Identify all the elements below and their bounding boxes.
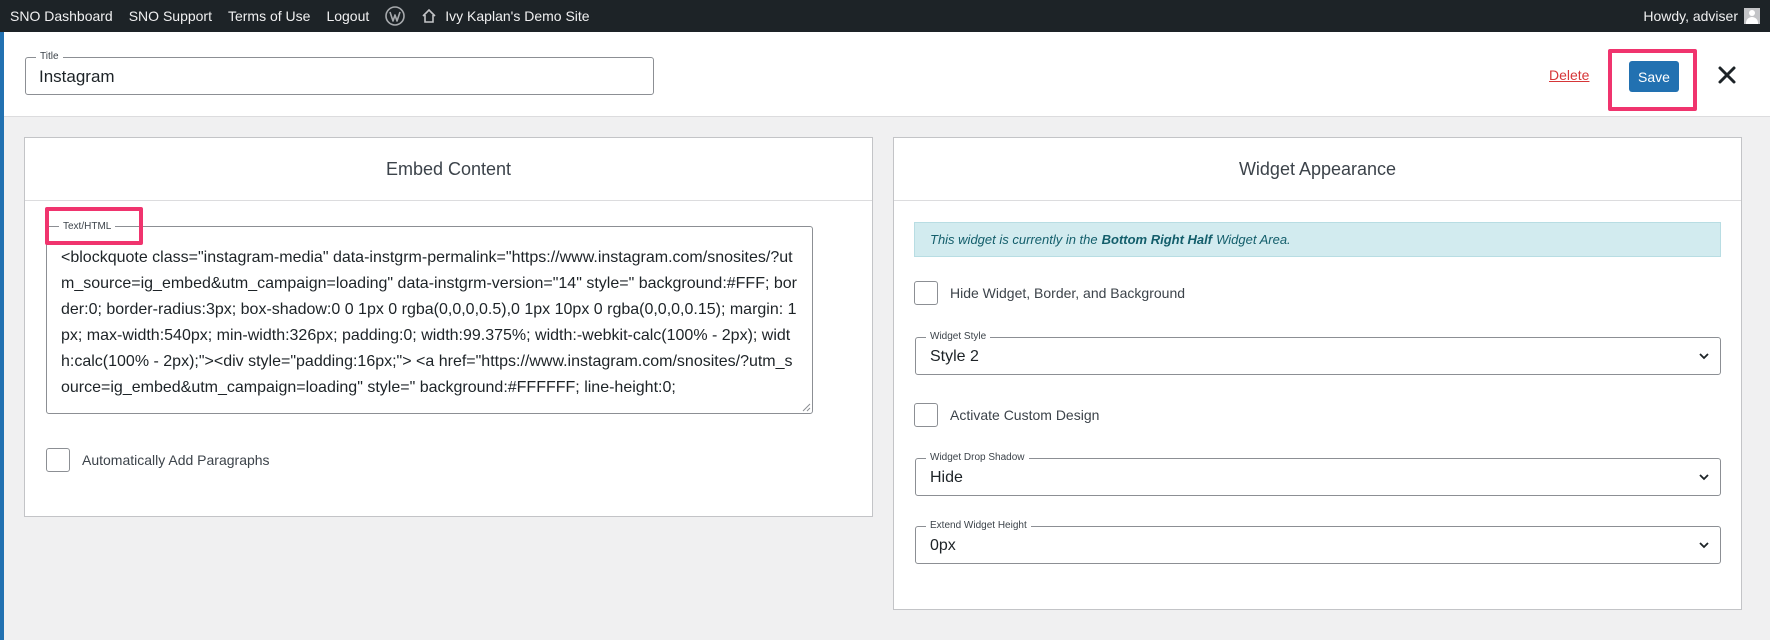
embed-code-text[interactable]: <blockquote class="instagram-media" data… [61,245,801,411]
text-html-textarea[interactable]: <blockquote class="instagram-media" data… [46,226,813,414]
admin-bar-sno-dashboard[interactable]: SNO Dashboard [10,8,113,24]
text-html-label: Text/HTML [59,221,116,232]
custom-design-checkbox[interactable] [914,403,938,427]
chevron-down-icon[interactable] [1698,351,1710,361]
notice-suffix: Widget Area. [1216,232,1291,247]
title-input-value[interactable]: Instagram [39,67,115,87]
hide-widget-row[interactable]: Hide Widget, Border, and Background [914,281,1185,305]
auto-paragraphs-checkbox[interactable] [46,448,70,472]
custom-design-row[interactable]: Activate Custom Design [914,403,1099,427]
admin-bar-greeting[interactable]: Howdy, adviser [1643,8,1738,24]
chevron-down-icon[interactable] [1698,472,1710,482]
widget-style-select[interactable]: Widget Style Style 2 [915,331,1721,375]
notice-area-name: Bottom Right Half [1101,232,1213,247]
drop-shadow-label: Widget Drop Shadow [926,452,1029,464]
admin-bar-sno-support[interactable]: SNO Support [129,8,212,24]
drop-shadow-select[interactable]: Widget Drop Shadow Hide [915,452,1721,496]
save-button[interactable]: Save [1629,61,1679,92]
extend-height-select[interactable]: Extend Widget Height 0px [915,520,1721,564]
notice-prefix: This widget is currently in the [930,232,1098,247]
auto-paragraphs-row[interactable]: Automatically Add Paragraphs [46,448,270,472]
text-html-highlight-box: Text/HTML [45,207,143,245]
auto-paragraphs-label: Automatically Add Paragraphs [82,452,270,468]
left-accent-edge [0,32,4,640]
custom-design-label: Activate Custom Design [950,407,1100,423]
home-icon[interactable] [421,8,437,24]
widget-style-label: Widget Style [926,331,991,343]
embed-content-heading: Embed Content [25,138,872,201]
title-field[interactable]: Title Instagram [25,51,654,95]
avatar[interactable] [1744,8,1760,24]
hide-widget-checkbox[interactable] [914,281,938,305]
widget-area-notice: This widget is currently in the Bottom R… [914,222,1721,257]
admin-bar-logout[interactable]: Logout [326,8,369,24]
embed-content-panel: Embed Content <blockquote class="instagr… [24,137,873,517]
widget-appearance-panel: Widget Appearance This widget is current… [893,137,1742,610]
admin-bar: SNO Dashboard SNO Support Terms of Use L… [0,0,1770,32]
drop-shadow-value[interactable]: Hide [930,469,963,487]
extend-height-value[interactable]: 0px [930,537,956,555]
admin-bar-terms-of-use[interactable]: Terms of Use [228,8,310,24]
extend-height-label: Extend Widget Height [926,520,1031,532]
delete-link[interactable]: Delete [1549,67,1589,83]
wordpress-logo-icon[interactable] [385,6,406,26]
hide-widget-label: Hide Widget, Border, and Background [950,285,1186,301]
editor-header: Title Instagram Delete Save [4,32,1770,117]
widget-style-value[interactable]: Style 2 [930,348,979,366]
admin-bar-site-name[interactable]: Ivy Kaplan's Demo Site [445,8,589,24]
title-label: Title [36,51,63,63]
close-icon[interactable] [1716,64,1738,86]
resize-handle-icon[interactable] [801,402,811,412]
chevron-down-icon[interactable] [1698,540,1710,550]
widget-appearance-heading: Widget Appearance [894,138,1741,201]
